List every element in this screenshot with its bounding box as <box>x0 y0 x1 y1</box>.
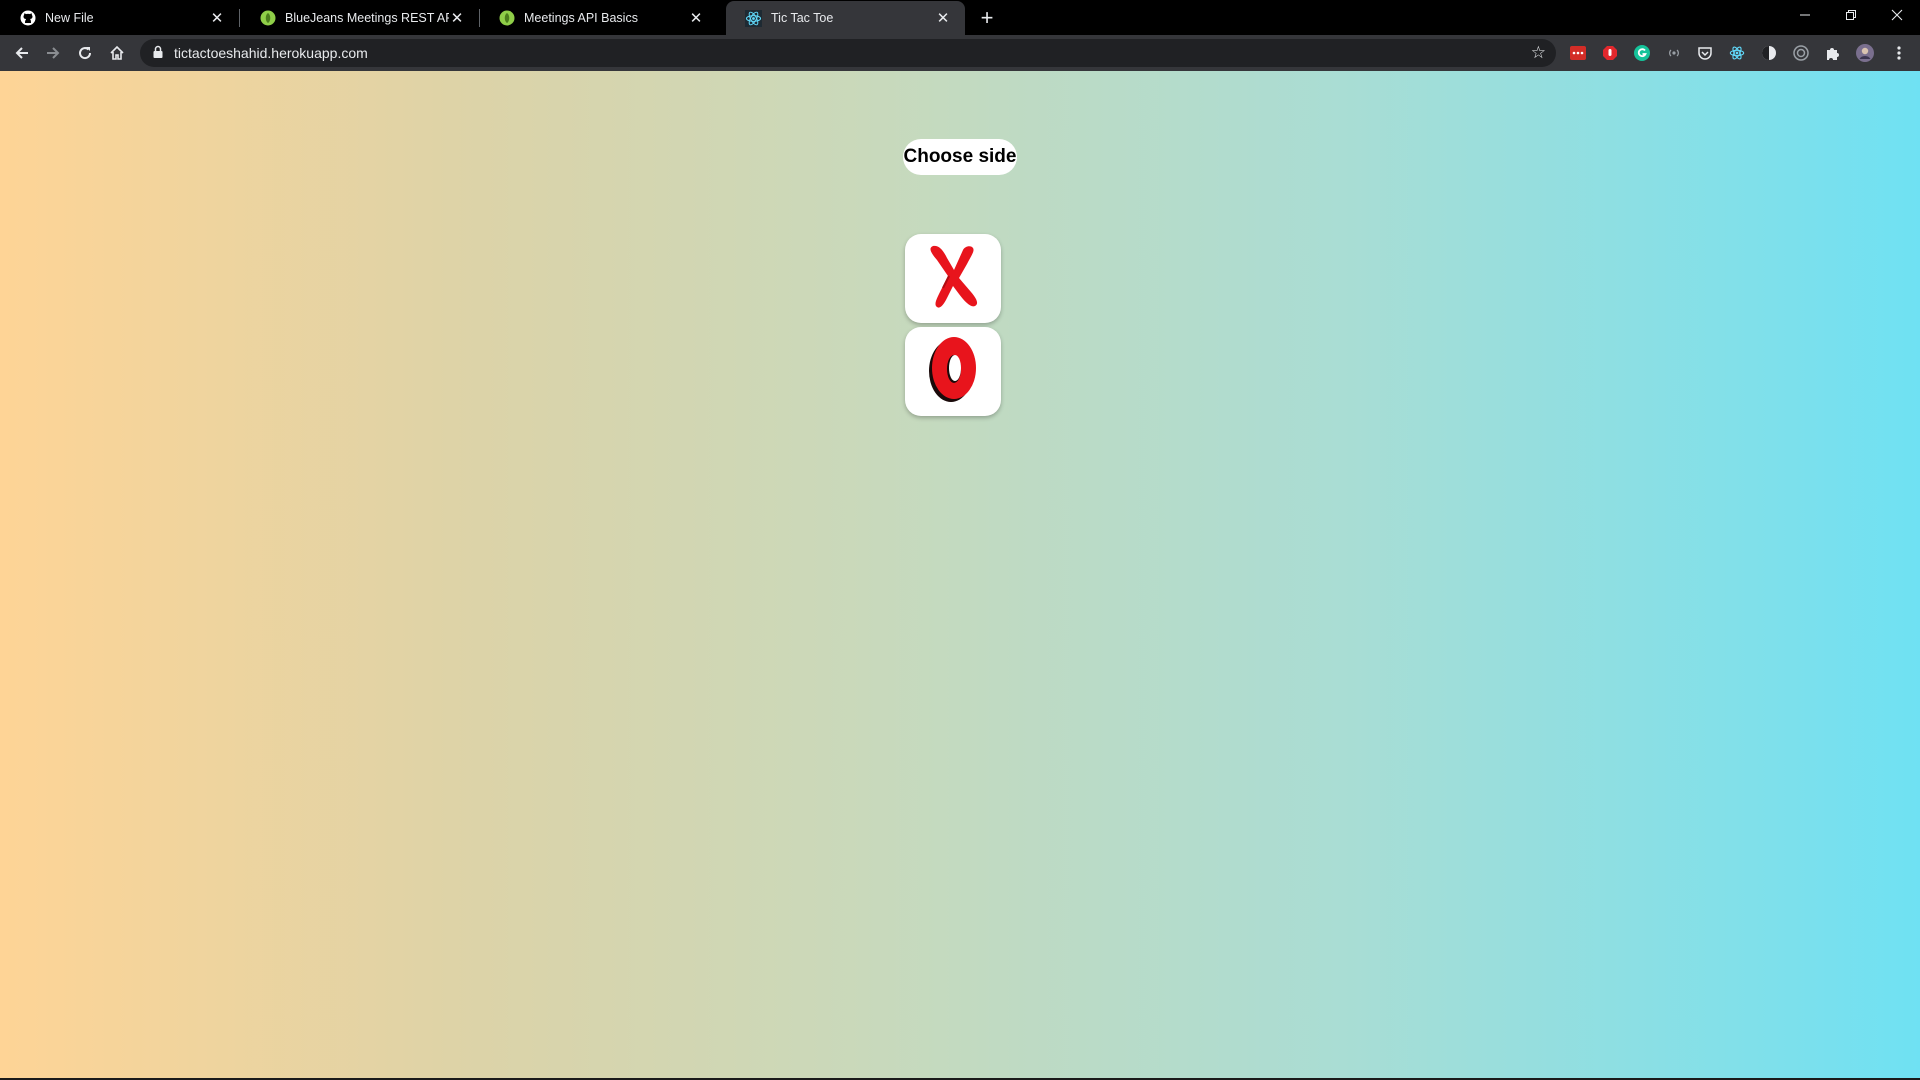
bookmark-star-icon[interactable]: ☆ <box>1531 43 1546 63</box>
home-icon[interactable] <box>105 41 129 65</box>
tab-tic-tac-toe[interactable]: Tic Tac Toe ✕ <box>726 1 965 35</box>
minimize-icon[interactable] <box>1782 0 1828 30</box>
profile-avatar[interactable] <box>1856 44 1874 62</box>
tab-bluejeans-rest-apis[interactable]: BlueJeans Meetings REST API's ✕ <box>240 1 479 35</box>
tab-new-file[interactable]: New File ✕ <box>0 1 239 35</box>
choose-x-button[interactable] <box>905 234 1001 323</box>
adblock-extension-icon[interactable] <box>1601 44 1619 62</box>
api-leaf-icon <box>259 10 276 27</box>
page-content: Choose side <box>0 71 1920 1078</box>
restore-icon[interactable] <box>1828 0 1874 30</box>
lastpass-extension-icon[interactable] <box>1569 44 1587 62</box>
tab-title: Tic Tac Toe <box>771 11 834 25</box>
choose-o-button[interactable] <box>905 327 1001 416</box>
tab-strip: New File ✕ BlueJeans Meetings REST API's… <box>0 0 1920 35</box>
extensions-puzzle-icon[interactable] <box>1824 44 1842 62</box>
browser-toolbar: tictactoeshahid.herokuapp.com ☆ <box>0 35 1920 71</box>
tab-title: Meetings API Basics <box>524 11 638 25</box>
pocket-extension-icon[interactable] <box>1696 44 1714 62</box>
reload-icon[interactable] <box>73 41 97 65</box>
x-mark-icon <box>925 242 981 315</box>
tab-close-icon[interactable]: ✕ <box>935 10 951 27</box>
lock-icon[interactable] <box>152 45 164 64</box>
tab-title: New File <box>45 11 94 25</box>
forward-icon[interactable] <box>41 41 65 65</box>
menu-kebab-icon[interactable] <box>1890 44 1908 62</box>
choose-side-label: Choose side <box>903 139 1017 175</box>
new-tab-button[interactable]: + <box>975 5 999 30</box>
address-bar[interactable]: tictactoeshahid.herokuapp.com ☆ <box>140 39 1556 67</box>
close-window-icon[interactable] <box>1874 0 1920 30</box>
github-icon <box>19 10 36 27</box>
o-mark-icon <box>926 334 980 409</box>
url-text: tictactoeshahid.herokuapp.com <box>174 45 368 61</box>
tab-close-icon[interactable]: ✕ <box>209 10 225 27</box>
react-icon <box>745 9 762 27</box>
react-devtools-extension-icon[interactable] <box>1728 44 1746 62</box>
broadcast-extension-icon[interactable] <box>1665 44 1683 62</box>
grammarly-extension-icon[interactable] <box>1633 44 1651 62</box>
tab-meetings-api-basics[interactable]: Meetings API Basics ✕ <box>479 1 718 35</box>
dark-mode-extension-icon[interactable] <box>1760 44 1778 62</box>
tab-close-icon[interactable]: ✕ <box>449 10 465 27</box>
tab-close-icon[interactable]: ✕ <box>688 10 704 27</box>
api-leaf-icon <box>498 10 515 27</box>
tab-title: BlueJeans Meetings REST API's <box>285 11 449 25</box>
target-extension-icon[interactable] <box>1792 44 1810 62</box>
back-icon[interactable] <box>10 41 34 65</box>
